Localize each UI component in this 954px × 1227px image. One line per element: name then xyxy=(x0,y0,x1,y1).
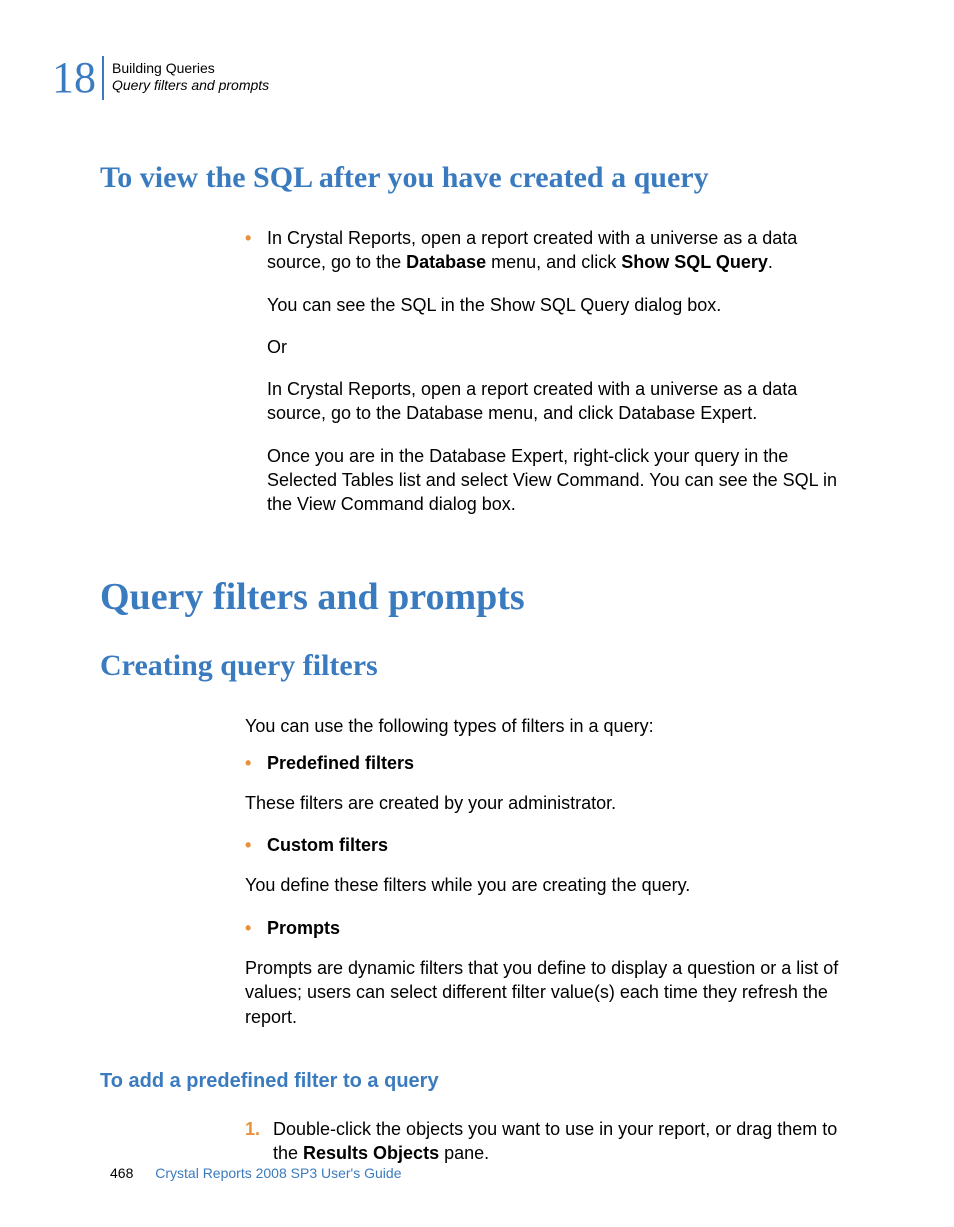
text: pane. xyxy=(439,1143,489,1163)
bullet-title: Prompts xyxy=(267,916,854,940)
bold-text: Results Objects xyxy=(303,1143,439,1163)
bullet-item: • Predefined filters xyxy=(245,751,854,787)
bullet-desc: You define these filters while you are c… xyxy=(245,873,854,897)
page-number: 468 xyxy=(110,1165,133,1181)
page: 18 Building Queries Query filters and pr… xyxy=(0,0,954,1227)
bullet-desc: These filters are created by your admini… xyxy=(245,791,854,815)
text: menu, and click xyxy=(486,252,621,272)
bullet-body: Predefined filters xyxy=(267,751,854,787)
page-footer: 468 Crystal Reports 2008 SP3 User's Guid… xyxy=(110,1165,401,1181)
bold-text: Show SQL Query xyxy=(621,252,768,272)
bullet-item: • In Crystal Reports, open a report crea… xyxy=(245,226,854,535)
bullet-desc: Prompts are dynamic filters that you def… xyxy=(245,956,854,1029)
bullet-item: • Prompts xyxy=(245,916,854,952)
chapter-subtitle: Query filters and prompts xyxy=(112,77,269,94)
bullet-icon: • xyxy=(245,751,267,775)
bullet-icon: • xyxy=(245,833,267,857)
chapter-titles: Building Queries Query filters and promp… xyxy=(104,60,269,94)
text: . xyxy=(768,252,773,272)
bold-text: Database xyxy=(406,252,486,272)
paragraph: Or xyxy=(267,335,854,359)
bullet-icon: • xyxy=(245,916,267,940)
paragraph: Double-click the objects you want to use… xyxy=(273,1117,854,1166)
chapter-title: Building Queries xyxy=(112,60,269,77)
paragraph: Once you are in the Database Expert, rig… xyxy=(267,444,854,517)
bullet-title: Custom filters xyxy=(267,833,854,857)
heading-creating-query-filters: Creating query filters xyxy=(100,648,874,684)
bullet-body: Prompts xyxy=(267,916,854,952)
bullet-icon: • xyxy=(245,226,267,250)
doc-title: Crystal Reports 2008 SP3 User's Guide xyxy=(155,1165,401,1181)
bullet-body: In Crystal Reports, open a report create… xyxy=(267,226,854,535)
step-number: 1. xyxy=(245,1117,273,1141)
chapter-number: 18 xyxy=(50,56,104,100)
section-view-sql-body: • In Crystal Reports, open a report crea… xyxy=(245,226,854,535)
heading-add-predefined-filter: To add a predefined filter to a query xyxy=(100,1069,874,1093)
heading-query-filters-prompts: Query filters and prompts xyxy=(100,575,874,621)
paragraph: In Crystal Reports, open a report create… xyxy=(267,226,854,275)
bullet-item: • Custom filters xyxy=(245,833,854,869)
chapter-header: 18 Building Queries Query filters and pr… xyxy=(50,56,874,100)
heading-view-sql: To view the SQL after you have created a… xyxy=(100,160,874,196)
paragraph: In Crystal Reports, open a report create… xyxy=(267,377,854,426)
bullet-title: Predefined filters xyxy=(267,751,854,775)
bullet-body: Custom filters xyxy=(267,833,854,869)
paragraph: You can see the SQL in the Show SQL Quer… xyxy=(267,293,854,317)
paragraph: You can use the following types of filte… xyxy=(245,714,854,738)
section-creating-filters-body: You can use the following types of filte… xyxy=(245,714,854,1029)
